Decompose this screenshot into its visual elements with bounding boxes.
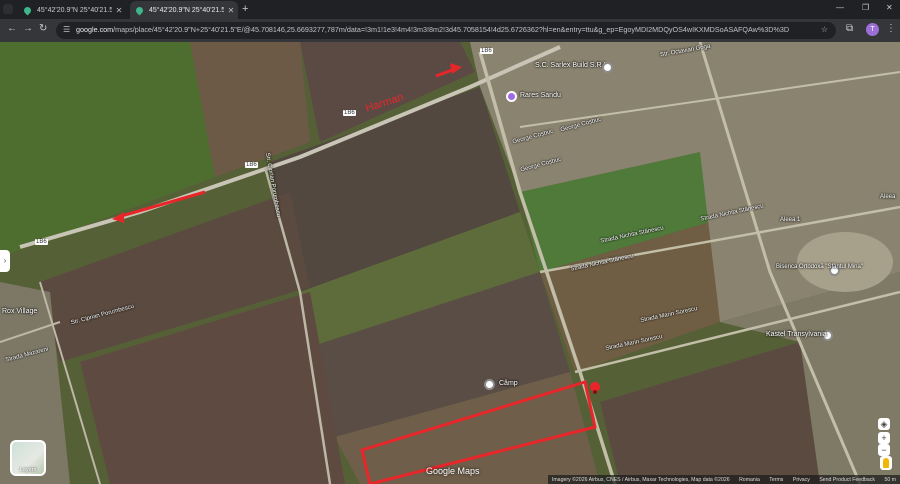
menu-kebab-icon[interactable]: ⋮ bbox=[886, 23, 896, 34]
poi-marker-icon[interactable] bbox=[602, 62, 613, 73]
language-link[interactable]: Romania bbox=[739, 477, 760, 483]
place-kastel[interactable]: Kastel Transylvania bbox=[766, 331, 827, 338]
extensions-icon[interactable]: ⧉ bbox=[846, 23, 853, 34]
maps-pin-icon bbox=[134, 5, 145, 15]
back-arrow-icon[interactable]: ← bbox=[7, 23, 17, 34]
new-tab-button[interactable]: + bbox=[242, 3, 248, 15]
street-aleea-1: Aleea 1 bbox=[780, 217, 801, 223]
road-shield-1: 1B6 bbox=[343, 110, 356, 116]
tab-strip: 45°42'20.9"N 25°40'21.5"E - Go ✕ 45°42'2… bbox=[0, 0, 900, 19]
place-church[interactable]: Biserica Ortodoxă "Sfântul Mina" bbox=[776, 264, 863, 270]
tab-1-close-icon[interactable]: ✕ bbox=[112, 6, 126, 15]
close-window-button[interactable]: ✕ bbox=[886, 3, 893, 12]
browser-chrome: 45°42'20.9"N 25°40'21.5"E - Go ✕ 45°42'2… bbox=[0, 0, 900, 42]
compass-icon[interactable]: ◈ bbox=[878, 418, 890, 430]
layers-label: Layers bbox=[19, 467, 37, 473]
place-village[interactable]: Rox Village bbox=[2, 308, 37, 315]
url-path: /maps/place/45°42'20.9"N+25°40'21.5"E/@4… bbox=[113, 25, 790, 34]
tab-search-button[interactable] bbox=[3, 4, 13, 14]
toolbar: ← → ↻ ☰ google.com/maps/place/45°42'20.9… bbox=[0, 19, 900, 42]
zoom-out-button[interactable]: − bbox=[878, 444, 890, 456]
attribution-bar: Imagery ©2026 Airbus, CNES / Airbus, Max… bbox=[0, 475, 900, 484]
privacy-link[interactable]: Privacy bbox=[793, 477, 810, 483]
tab-2[interactable]: 45°42'20.9"N 25°40'21.5"E - Go ✕ bbox=[130, 1, 238, 19]
terms-link[interactable]: Terms bbox=[769, 477, 783, 483]
site-info-icon[interactable]: ☰ bbox=[63, 25, 70, 34]
layers-button[interactable]: Layers bbox=[10, 440, 46, 476]
place-sarlex[interactable]: S.C. Sarlex Build S.R.L. bbox=[535, 62, 609, 69]
attribution-content: Imagery ©2026 Airbus, CNES / Airbus, Max… bbox=[547, 475, 900, 484]
minimize-button[interactable]: — bbox=[836, 3, 844, 12]
place-camp[interactable]: Câmp bbox=[499, 380, 518, 387]
bookmark-star-icon[interactable]: ☆ bbox=[821, 25, 828, 34]
church-park bbox=[797, 232, 893, 292]
road-shield-2: 1B6 bbox=[245, 162, 258, 168]
person-marker-icon[interactable] bbox=[506, 91, 517, 102]
tab-2-close-icon[interactable]: ✕ bbox=[224, 6, 238, 15]
address-bar[interactable]: ☰ google.com/maps/place/45°42'20.9"N+25°… bbox=[56, 22, 836, 39]
camp-marker-icon[interactable] bbox=[484, 379, 495, 390]
forward-arrow-icon[interactable]: → bbox=[23, 23, 33, 34]
imagery-credit: Imagery ©2026 Airbus, CNES / Airbus, Max… bbox=[551, 477, 730, 483]
map-view[interactable]: Harman S.C. Sarlex Build S.R.L. Rares Sa… bbox=[0, 42, 900, 484]
pegman-icon[interactable] bbox=[880, 456, 892, 470]
street-aleea-2: Aleea bbox=[880, 194, 896, 200]
place-rares[interactable]: Rares Sandu bbox=[520, 92, 561, 99]
tab-1[interactable]: 45°42'20.9"N 25°40'21.5"E - Go ✕ bbox=[18, 1, 126, 19]
reload-icon[interactable]: ↻ bbox=[39, 23, 47, 34]
tab-1-title: 45°42'20.9"N 25°40'21.5"E - Go bbox=[37, 6, 112, 14]
zoom-in-button[interactable]: + bbox=[878, 432, 890, 444]
side-panel-toggle[interactable]: › bbox=[0, 250, 10, 272]
feedback-link[interactable]: Send Product Feedback bbox=[819, 477, 875, 483]
url-host: google.com bbox=[76, 25, 114, 34]
maps-pin-icon bbox=[22, 5, 33, 15]
satellite-imagery bbox=[0, 42, 900, 484]
scale-label[interactable]: 50 m bbox=[884, 477, 896, 483]
profile-avatar[interactable]: T bbox=[866, 23, 879, 36]
url-text[interactable]: google.com/maps/place/45°42'20.9"N+25°40… bbox=[76, 25, 789, 34]
maximize-button[interactable]: ❐ bbox=[862, 3, 869, 12]
road-shield-3: 1B6 bbox=[35, 239, 48, 245]
tab-2-title: 45°42'20.9"N 25°40'21.5"E - Go bbox=[149, 6, 224, 14]
road-shield-4: 1B6 bbox=[480, 48, 493, 54]
